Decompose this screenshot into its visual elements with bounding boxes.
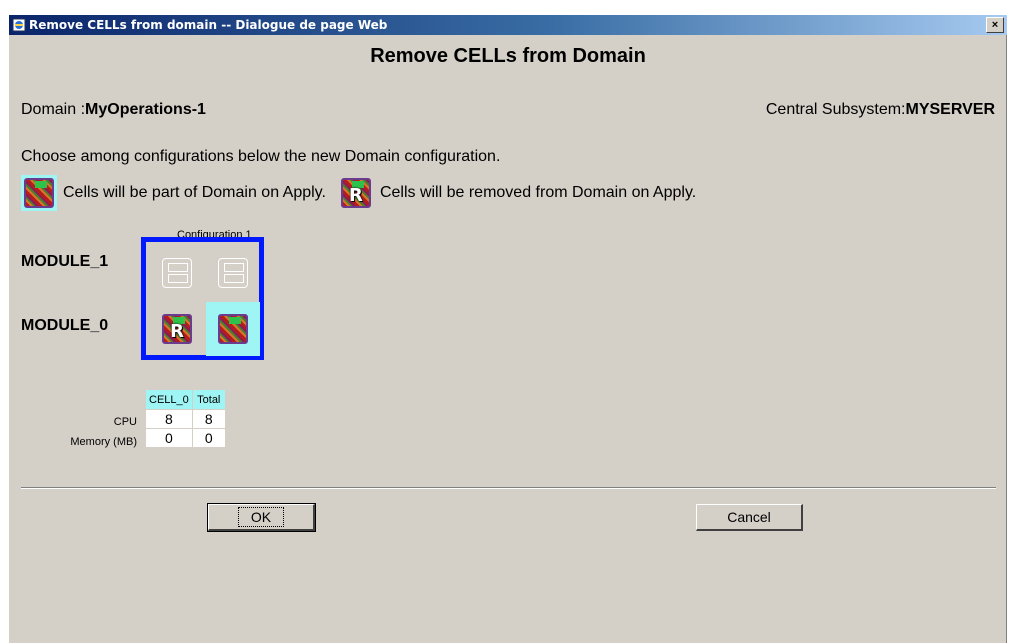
cell-icon xyxy=(218,314,248,344)
page-title: Remove CELLs from Domain xyxy=(370,45,646,67)
subsystem-value: MYSERVER xyxy=(905,101,995,118)
cell-slot-module1-right[interactable] xyxy=(206,246,260,300)
close-icon: × xyxy=(991,18,999,31)
domain-info: Domain :MyOperations-1 xyxy=(21,101,206,119)
cancel-button[interactable]: Cancel xyxy=(696,504,803,531)
close-button[interactable]: × xyxy=(986,17,1004,33)
column-header: Total xyxy=(191,389,226,410)
table-header-row: CELL_0 Total xyxy=(145,389,226,410)
module-label: MODULE_1 xyxy=(21,253,109,270)
ie-page-icon xyxy=(12,18,26,32)
table-row: 0 0 xyxy=(145,428,226,448)
table-row: 8 8 xyxy=(145,409,226,429)
title-bar: Remove CELLs from domain -- Dialogue de … xyxy=(9,15,1007,35)
cell-slot-module0-right[interactable] xyxy=(206,302,260,356)
column-header: CELL_0 xyxy=(145,389,193,410)
table-cell: 8 xyxy=(191,409,226,429)
ok-button-label: OK xyxy=(237,507,285,527)
domain-label: Domain : xyxy=(21,101,86,118)
cell-slot-module0-left[interactable]: R xyxy=(150,302,204,356)
remove-marker: R xyxy=(349,185,363,206)
subsystem-label: Central Subsystem: xyxy=(765,101,906,118)
legend-remove-swatch: R xyxy=(338,175,374,211)
module-label: MODULE_0 xyxy=(21,317,109,334)
row-label-memory: Memory (MB) xyxy=(70,436,137,448)
instruction-text: Choose among configurations below the ne… xyxy=(21,148,501,165)
empty-cell-icon xyxy=(218,258,248,288)
legend-keep-text: Cells will be part of Domain on Apply. xyxy=(63,184,326,201)
cell-remove-icon: R xyxy=(340,178,371,208)
remove-marker: R xyxy=(170,321,184,342)
row-label-cpu: CPU xyxy=(113,416,137,428)
window-title: Remove CELLs from domain -- Dialogue de … xyxy=(29,18,388,32)
ok-button[interactable]: OK xyxy=(207,503,316,532)
table-cell: 0 xyxy=(145,428,193,448)
cancel-button-label: Cancel xyxy=(727,509,771,525)
background-page-strip xyxy=(0,0,1013,6)
table-cell: 8 xyxy=(145,409,193,429)
dialog-window: Remove CELLs from domain -- Dialogue de … xyxy=(8,14,1007,643)
cell-slot-module1-left[interactable] xyxy=(150,246,204,300)
separator xyxy=(21,487,996,489)
table-cell: 0 xyxy=(191,428,226,448)
legend: Cells will be part of Domain on Apply. R… xyxy=(21,175,708,211)
empty-cell-icon xyxy=(162,258,192,288)
domain-value: MyOperations-1 xyxy=(85,101,206,118)
legend-keep-swatch xyxy=(21,175,57,211)
subsystem-info: Central Subsystem:MYSERVER xyxy=(766,101,995,119)
legend-remove-text: Cells will be removed from Domain on App… xyxy=(379,184,697,201)
cell-icon xyxy=(24,178,54,208)
cell-remove-icon: R xyxy=(162,314,192,344)
configuration-grid: R xyxy=(141,237,264,360)
resource-table: CELL_0 Total 8 8 0 0 xyxy=(145,389,226,448)
